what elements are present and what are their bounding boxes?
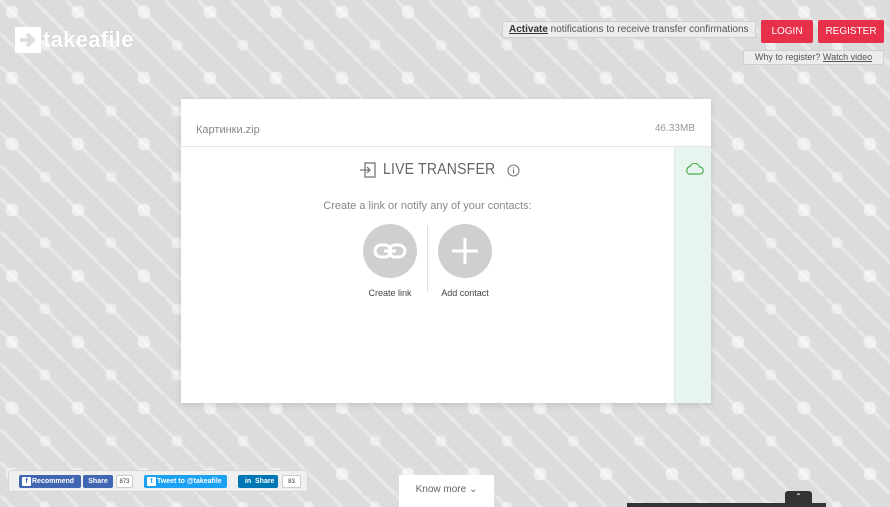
logo[interactable]: takeafile — [15, 27, 134, 53]
tweet-button[interactable]: t Tweet to @takeafile — [144, 475, 227, 488]
add-contact-circle[interactable] — [438, 224, 492, 278]
transfer-icon — [360, 162, 376, 178]
facebook-recommend-label: Recommend — [32, 478, 75, 485]
notification-banner: Activate notifications to receive transf… — [502, 21, 756, 38]
linkedin-share-label: Share — [255, 478, 275, 485]
notice-text: notifications to receive transfer confir… — [547, 24, 749, 35]
register-button[interactable]: REGISTER — [818, 20, 884, 43]
linkedin-share-count: 83 — [282, 475, 301, 488]
add-contact-label: Add contact — [441, 288, 489, 298]
cloud-icon — [686, 163, 704, 175]
register-hint-text: Why to register? — [754, 52, 823, 62]
login-button[interactable]: LOGIN — [761, 20, 813, 43]
linkedin-share-button[interactable]: in Share — [238, 475, 278, 488]
activate-link[interactable]: Activate — [509, 24, 548, 35]
file-size: 46.33MB — [654, 123, 695, 134]
logo-arrow-icon — [15, 27, 41, 53]
link-icon — [373, 243, 407, 259]
know-more-label: Know more — [415, 484, 467, 495]
create-link-button[interactable]: Create link — [355, 224, 425, 298]
social-share-bar: f Recommend Share 873 t Tweet to @takeaf… — [8, 470, 308, 492]
watch-video-link[interactable]: Watch video — [823, 52, 872, 62]
tweet-label: Tweet to @takeafile — [157, 478, 222, 485]
transfer-subtitle: Create a link or notify any of your cont… — [323, 200, 532, 212]
facebook-share-count: 873 — [116, 475, 133, 488]
file-name: Картинки.zip — [196, 124, 260, 136]
live-transfer-title: LIVE TRANSFER — [383, 161, 496, 178]
bottom-drawer-bar[interactable] — [627, 503, 826, 507]
add-contact-button[interactable]: Add contact — [430, 224, 500, 298]
facebook-recommend-button[interactable]: f Recommend — [19, 475, 81, 488]
linkedin-icon: in — [244, 478, 252, 485]
actions-divider — [427, 226, 428, 292]
file-row: Картинки.zip 46.33MB — [181, 99, 711, 147]
info-icon[interactable] — [507, 163, 520, 177]
plus-icon — [452, 238, 478, 264]
chevron-down-icon: ⌄ — [468, 484, 478, 495]
twitter-icon: t — [147, 477, 156, 486]
know-more-button[interactable]: Know more ⌄ — [399, 475, 494, 507]
create-link-label: Create link — [368, 288, 412, 298]
side-panel[interactable] — [674, 147, 711, 403]
transfer-card: Картинки.zip 46.33MB LIVE TRANSFER Creat… — [181, 99, 711, 403]
create-link-circle[interactable] — [363, 224, 417, 278]
facebook-share-button[interactable]: Share — [83, 475, 113, 488]
register-hint: Why to register? Watch video — [743, 50, 884, 65]
facebook-icon: f — [22, 477, 31, 486]
logo-text: takeafile — [43, 27, 134, 52]
live-transfer-heading: LIVE TRANSFER — [359, 161, 520, 179]
